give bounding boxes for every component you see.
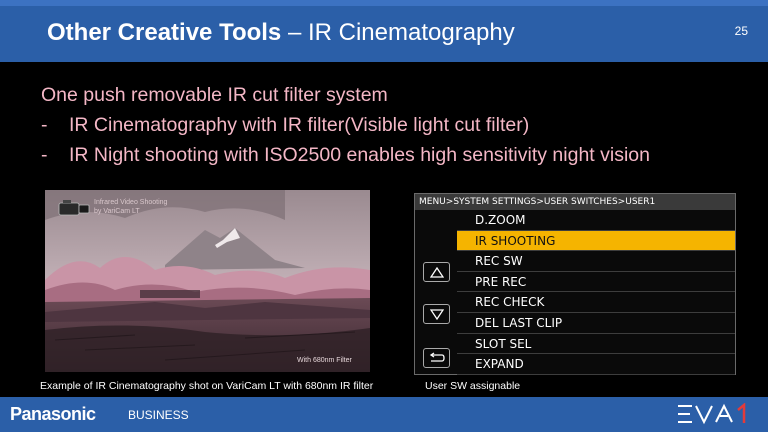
menu-up-button[interactable] <box>423 262 450 282</box>
bullet-item: - IR Cinematography with IR filter(Visib… <box>41 110 650 140</box>
slide-title: Other Creative Tools – IR Cinematography <box>47 19 515 47</box>
return-icon <box>429 352 445 362</box>
footer-bar: Panasonic BUSINESS <box>0 397 768 432</box>
business-label: BUSINESS <box>128 408 189 422</box>
menu-item-del-last-clip[interactable]: DEL LAST CLIP <box>457 313 735 334</box>
ir-sample-photo: Infrared Video Shooting by VariCam LT Wi… <box>45 190 370 372</box>
user-switch-menu: MENU>SYSTEM SETTINGS>USER SWITCHES>USER1… <box>414 193 736 375</box>
photo-filter-label: With 680nm Filter <box>297 357 352 364</box>
camera-icon <box>58 200 90 216</box>
header-bar: Other Creative Tools – IR Cinematography… <box>0 0 768 62</box>
body-line-1: One push removable IR cut filter system <box>41 84 388 106</box>
menu-item-expand[interactable]: EXPAND <box>457 354 735 375</box>
page-number: 25 <box>734 24 748 38</box>
menu-item-rec-sw[interactable]: REC SW <box>457 251 735 272</box>
bullet-text: IR Night shooting with ISO2500 enables h… <box>69 144 650 166</box>
title-bold: Other Creative Tools <box>47 19 282 46</box>
menu-item-slot-sel[interactable]: SLOT SEL <box>457 334 735 355</box>
photo-caption: Example of IR Cinematography shot on Var… <box>40 380 374 392</box>
bullet-dash: - <box>41 144 48 166</box>
menu-item-list: D.ZOOM IR SHOOTING REC SW PRE REC REC CH… <box>457 210 735 375</box>
photo-overlay-text: Infrared Video Shooting by VariCam LT <box>94 198 167 216</box>
up-arrow-icon <box>429 266 444 278</box>
menu-down-button[interactable] <box>423 304 450 324</box>
menu-breadcrumb: MENU>SYSTEM SETTINGS>USER SWITCHES>USER1 <box>415 194 735 210</box>
eva1-wordmark-icon <box>678 402 746 425</box>
menu-return-button[interactable] <box>423 348 450 368</box>
ir-landscape-image <box>45 190 370 372</box>
down-arrow-icon <box>429 308 444 320</box>
menu-item-d-zoom[interactable]: D.ZOOM <box>457 210 735 231</box>
bullet-dash: - <box>41 114 48 136</box>
menu-caption: User SW assignable <box>425 380 521 392</box>
bullet-text: IR Cinematography with IR filter(Visible… <box>69 114 530 136</box>
body-text: One push removable IR cut filter system … <box>41 80 650 170</box>
overlay-line-2: by VariCam LT <box>94 208 140 215</box>
menu-item-ir-shooting[interactable]: IR SHOOTING <box>457 230 735 252</box>
header-accent <box>0 0 768 6</box>
menu-item-rec-check[interactable]: REC CHECK <box>457 292 735 313</box>
title-rest: – IR Cinematography <box>281 19 515 46</box>
menu-item-pre-rec[interactable]: PRE REC <box>457 272 735 293</box>
eva1-logo <box>676 402 748 431</box>
panasonic-logo: Panasonic <box>10 404 96 424</box>
bullet-item: - IR Night shooting with ISO2500 enables… <box>41 140 650 170</box>
overlay-line-1: Infrared Video Shooting <box>94 199 168 206</box>
